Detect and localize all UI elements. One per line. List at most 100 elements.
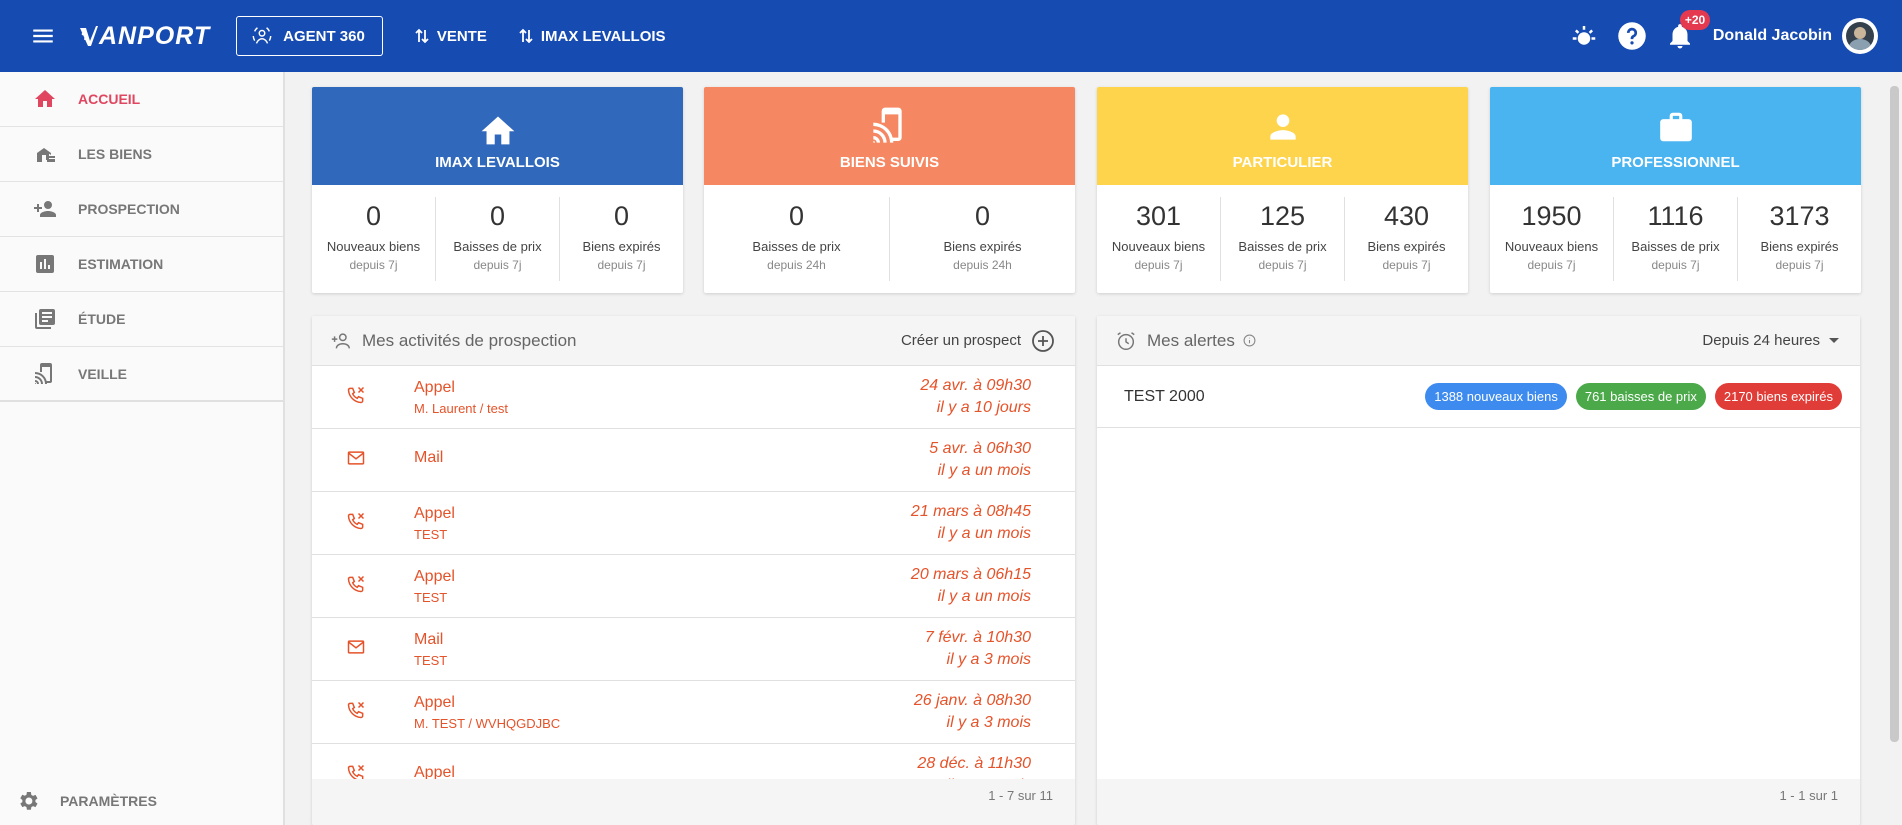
phone-icon [346, 574, 376, 599]
stat-biens-expires[interactable]: 0 Biens expirés depuis 24h [889, 197, 1075, 281]
stat-biens-expires[interactable]: 0 Biens expirés depuis 7j [559, 197, 683, 281]
activity-contact: TEST [414, 589, 448, 605]
stat-baisses-de-prix[interactable]: 125 Baisses de prix depuis 7j [1220, 197, 1344, 281]
nav-imax-levallois[interactable]: IMAX LEVALLOIS [519, 28, 666, 45]
activity-type: Appel [414, 693, 455, 711]
alarm-clock-icon [1117, 331, 1135, 350]
activity-date: 20 mars à 06h15 il y a un mois [911, 564, 1031, 608]
activity-text: Appel TEST [414, 505, 455, 542]
menu-icon[interactable] [30, 23, 56, 49]
activity-row[interactable]: Appel M. TEST / WVHQGDJBC 26 janv. à 08h30… [312, 681, 1075, 744]
activity-row[interactable]: Appel M. Laurent / test 24 avr. à 09h30 il … [312, 366, 1075, 429]
activity-contact: M. TEST / WVHQGDJBC [414, 715, 561, 731]
period-dropdown[interactable]: Depuis 24 heures [1702, 332, 1840, 349]
card-stats: 301 Nouveaux biens depuis 7j 125 Baisses de… [1097, 185, 1468, 293]
settings-button[interactable]: PARAMÈTRES [0, 777, 283, 825]
stat-label: Biens expirés [1760, 239, 1839, 254]
stat-value: 301 [1135, 201, 1182, 231]
app-logo[interactable]: ANPORT [80, 22, 210, 51]
stat-baisses-de-prix[interactable]: 1116 Baisses de prix depuis 7j [1613, 197, 1737, 281]
sidebar-item-prospection[interactable]: PROSPECTION [0, 182, 283, 237]
sidebar-item-estimation[interactable]: ESTIMATION [0, 237, 283, 292]
stat-nouveaux-biens[interactable]: 1950 Nouveaux biens depuis 7j [1490, 197, 1613, 281]
swap-vertical-icon [415, 28, 429, 44]
badge-baisses-de-prix[interactable]: 761 baisses de prix [1575, 383, 1706, 410]
radar-person-icon [252, 27, 272, 44]
card-particulier[interactable]: PARTICULIER 301 Nouveaux biens depuis 7j 1… [1097, 87, 1468, 293]
activities-pagination: 1 - 7 sur 11 [312, 779, 1075, 825]
activity-text: Mail TEST [414, 631, 447, 668]
sidebar-item-les-biens[interactable]: LES BIENS [0, 127, 283, 182]
activities-header: Mes activités de prospection Créer un pr… [312, 316, 1075, 366]
badge-nouveaux-biens[interactable]: 1388 nouveaux biens [1425, 383, 1567, 410]
sidebar-item-label: VEILLE [78, 365, 128, 382]
help-icon[interactable] [1617, 21, 1647, 51]
sidebar-item-accueil[interactable]: ACCUEIL [0, 72, 283, 127]
activity-relative-time: il y a un mois [937, 525, 1031, 542]
activity-type: Appel [414, 378, 455, 396]
alerts-pagination: 1 - 1 sur 1 [1097, 779, 1860, 825]
user-name[interactable]: Donald Jacobin [1713, 27, 1832, 45]
light-theme-icon[interactable] [1569, 21, 1599, 51]
nav-vente[interactable]: VENTE [415, 28, 487, 45]
stat-label: Biens expirés [1367, 239, 1446, 254]
badge-biens-expires[interactable]: 2170 biens expirés [1714, 383, 1842, 410]
swap-vertical-icon [519, 28, 533, 44]
scrollbar-thumb[interactable] [1890, 86, 1899, 742]
caret-down-icon [1829, 337, 1839, 343]
card-stats: 0 Nouveaux biens depuis 7j 0 Baisses de pri… [312, 185, 683, 293]
activity-relative-time: il y a 3 mois [946, 651, 1031, 668]
activity-row[interactable]: Appel TEST 20 mars à 06h15 il y a un mois [312, 555, 1075, 618]
sidebar-item-etude[interactable]: ÉTUDE [0, 292, 283, 347]
stat-period: depuis 7j [1651, 258, 1700, 272]
activity-list: Appel M. Laurent / test 24 avr. à 09h30 il … [312, 366, 1075, 807]
sidebar-item-label: ÉTUDE [78, 311, 126, 327]
create-prospect-button[interactable]: Créer un prospect [901, 329, 1055, 353]
stat-biens-expires[interactable]: 430 Biens expirés depuis 7j [1344, 197, 1468, 281]
alerts-header: Mes alertes Depuis 24 heures [1097, 316, 1860, 366]
activity-contact: M. Laurent / test [414, 400, 508, 416]
info-icon[interactable] [1243, 334, 1256, 347]
alerts-panel: Mes alertes Depuis 24 heures TEST 2000 1… [1097, 316, 1860, 825]
agent-360-button[interactable]: AGENT 360 [236, 16, 383, 56]
stat-nouveaux-biens[interactable]: 301 Nouveaux biens depuis 7j [1097, 197, 1220, 281]
activity-row[interactable]: Mail TEST 7 févr. à 10h30 il y a 3 mois [312, 618, 1075, 681]
mail-icon [346, 637, 376, 662]
library-icon [35, 309, 55, 329]
person-icon [1269, 114, 1296, 140]
sidebar-item-label: ESTIMATION [78, 256, 164, 272]
stat-value: 0 [365, 201, 382, 231]
card-biens-suivis[interactable]: BIENS SUIVIS 0 Baisses de prix depuis 24h … [704, 87, 1075, 293]
card-header: PARTICULIER [1097, 87, 1468, 185]
activity-row[interactable]: Mail 5 avr. à 06h30 il y a un mois [312, 429, 1075, 492]
stat-label: Baisses de prix [752, 239, 841, 254]
stat-period: depuis 24h [767, 258, 826, 272]
stat-biens-expires[interactable]: 3173 Biens expirés depuis 7j [1737, 197, 1861, 281]
sidebar-item-veille[interactable]: VEILLE [0, 347, 283, 402]
logo-text: ANPORT [99, 21, 211, 50]
alert-badges: 1388 nouveaux biens 761 baisses de prix … [1416, 383, 1842, 410]
stat-baisses-de-prix[interactable]: 0 Baisses de prix depuis 24h [704, 197, 889, 281]
stat-value: 0 [788, 201, 805, 231]
stat-nouveaux-biens[interactable]: 0 Nouveaux biens depuis 7j [312, 197, 435, 281]
activity-text: Mail [414, 449, 443, 471]
stat-baisses-de-prix[interactable]: 0 Baisses de prix depuis 7j [435, 197, 559, 281]
activity-relative-time: il y a un mois [937, 588, 1031, 605]
stat-label: Biens expirés [943, 239, 1022, 254]
activity-type: Appel [414, 504, 455, 522]
stat-label: Baisses de prix [1631, 239, 1720, 254]
alert-row[interactable]: TEST 2000 1388 nouveaux biens 761 baisse… [1097, 366, 1860, 428]
properties-icon [37, 148, 55, 162]
activity-date: 21 mars à 08h45 il y a un mois [911, 501, 1031, 545]
stat-label: Baisses de prix [1238, 239, 1327, 254]
card-imax-levallois[interactable]: IMAX LEVALLOIS 0 Nouveaux biens depuis 7j … [312, 87, 683, 293]
card-professionnel[interactable]: PROFESSIONNEL 1950 Nouveaux biens depuis 7… [1490, 87, 1861, 293]
sidebar-item-label: ACCUEIL [78, 91, 141, 107]
notifications-button[interactable]: +20 [1665, 10, 1711, 51]
activity-datetime: 28 déc. à 11h30 [917, 755, 1031, 772]
activity-row[interactable]: Appel TEST 21 mars à 08h45 il y a un mois [312, 492, 1075, 555]
avatar[interactable] [1842, 18, 1878, 54]
home-icon [481, 116, 514, 145]
activity-text: Appel M. Laurent / test [414, 379, 508, 416]
stat-period: depuis 7j [473, 258, 522, 272]
